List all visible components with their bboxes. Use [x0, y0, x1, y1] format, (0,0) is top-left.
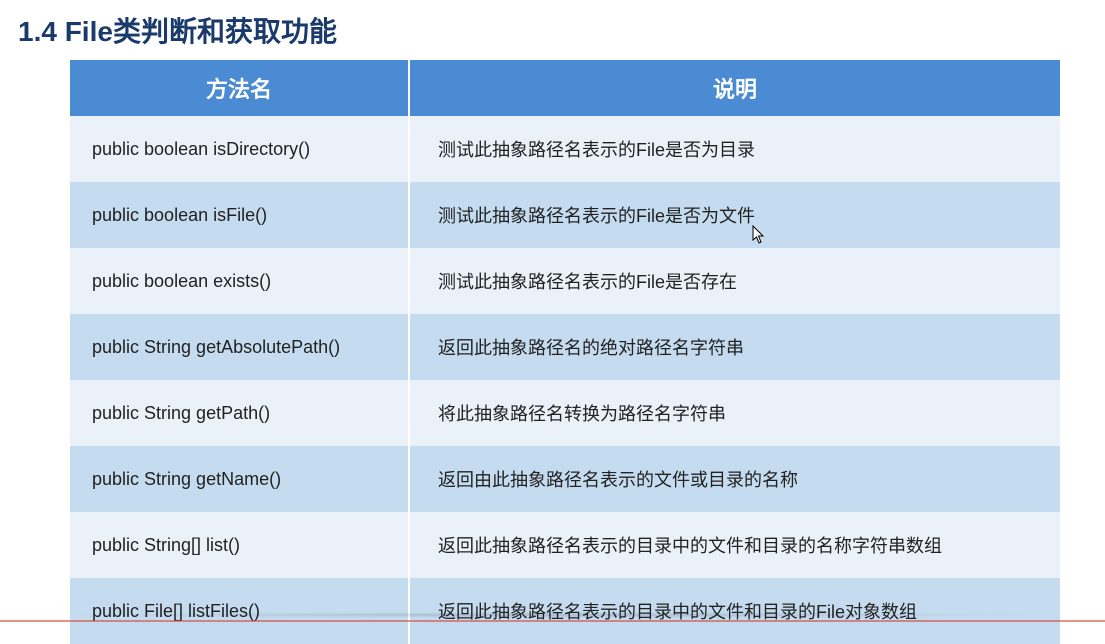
- description-cell: 返回由此抽象路径名表示的文件或目录的名称: [410, 446, 1060, 512]
- description-cell: 测试此抽象路径名表示的File是否为目录: [410, 116, 1060, 182]
- description-cell: 返回此抽象路径名的绝对路径名字符串: [410, 314, 1060, 380]
- table-row: public boolean isDirectory()测试此抽象路径名表示的F…: [70, 116, 1060, 182]
- section-heading: 1.4 File类判断和获取功能: [0, 0, 1105, 60]
- table-row: public String getName()返回由此抽象路径名表示的文件或目录…: [70, 446, 1060, 512]
- method-cell: public File[] listFiles(): [70, 578, 410, 644]
- method-cell: public boolean exists(): [70, 248, 410, 314]
- description-cell: 返回此抽象路径名表示的目录中的文件和目录的名称字符串数组: [410, 512, 1060, 578]
- methods-table: 方法名 说明 public boolean isDirectory()测试此抽象…: [70, 60, 1060, 644]
- method-cell: public String[] list(): [70, 512, 410, 578]
- method-cell: public String getPath(): [70, 380, 410, 446]
- bottom-shadow: [50, 612, 1055, 618]
- method-cell: public String getName(): [70, 446, 410, 512]
- table-row: public String getPath()将此抽象路径名转换为路径名字符串: [70, 380, 1060, 446]
- method-cell: public String getAbsolutePath(): [70, 314, 410, 380]
- header-description: 说明: [410, 60, 1060, 116]
- table-row: public boolean exists()测试此抽象路径名表示的File是否…: [70, 248, 1060, 314]
- table-row: public String getAbsolutePath()返回此抽象路径名的…: [70, 314, 1060, 380]
- method-cell: public boolean isDirectory(): [70, 116, 410, 182]
- table-row: public boolean isFile()测试此抽象路径名表示的File是否…: [70, 182, 1060, 248]
- method-cell: public boolean isFile(): [70, 182, 410, 248]
- description-cell: 测试此抽象路径名表示的File是否为文件: [410, 182, 1060, 248]
- header-method: 方法名: [70, 60, 410, 116]
- description-cell: 将此抽象路径名转换为路径名字符串: [410, 380, 1060, 446]
- methods-table-container: 方法名 说明 public boolean isDirectory()测试此抽象…: [70, 60, 1060, 644]
- bottom-divider: [0, 620, 1105, 622]
- description-cell: 测试此抽象路径名表示的File是否存在: [410, 248, 1060, 314]
- table-row: public File[] listFiles()返回此抽象路径名表示的目录中的…: [70, 578, 1060, 644]
- description-cell: 返回此抽象路径名表示的目录中的文件和目录的File对象数组: [410, 578, 1060, 644]
- table-row: public String[] list()返回此抽象路径名表示的目录中的文件和…: [70, 512, 1060, 578]
